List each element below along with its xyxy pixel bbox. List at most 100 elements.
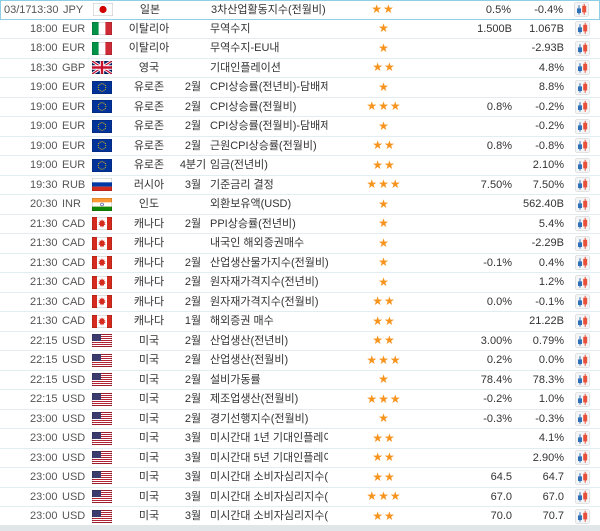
calendar-row[interactable]: 18:00EUR이탈리아무역수지★1.500B1.067B [0, 20, 600, 40]
economic-calendar-table: 03/1713:30JPY일본3차산업활동지수(전월비)★★0.5%-0.4% 1… [0, 0, 600, 531]
calendar-row[interactable]: 21:30CAD캐나다2월PPI상승률(전년비)★5.4% [0, 215, 600, 235]
event-name-link[interactable]: 근원CPI상승률(전월비) [208, 137, 328, 155]
event-name-link[interactable]: 미시간대 5년 기대인플레이션 [208, 449, 328, 467]
chart-candles-icon[interactable] [564, 99, 600, 114]
event-name-link[interactable]: 미시간대 소비자심리지수(종합) [208, 488, 328, 506]
chart-candles-icon[interactable] [564, 138, 600, 153]
calendar-row[interactable]: 19:00EUR유로존2월근원CPI상승률(전월비)★★0.8%-0.8% [0, 137, 600, 157]
calendar-rows-container: 03/1713:30JPY일본3차산업활동지수(전월비)★★0.5%-0.4% 1… [0, 0, 600, 527]
calendar-row[interactable]: 21:30CAD캐나다2월산업생산물가지수(전월비)★-0.1%0.4% [0, 254, 600, 274]
event-name-link[interactable]: 원자재가격지수(전년비) [208, 273, 328, 291]
event-name-link[interactable]: 기준금리 결정 [208, 176, 328, 194]
calendar-row[interactable]: 23:00USD미국3월미시간대 1년 기대인플레이션★★4.1% [0, 429, 600, 449]
chart-candles-icon[interactable] [564, 41, 600, 56]
country-name: 미국 [120, 390, 178, 408]
event-name-link[interactable]: 경기선행지수(전월비) [208, 410, 328, 428]
event-name-link[interactable]: 미시간대 소비자심리지수(전망) [208, 468, 328, 486]
star-icon: ★ [384, 470, 396, 484]
event-time: 22:15 [30, 371, 62, 389]
calendar-row[interactable]: 22:15USD미국2월설비가동률★78.4%78.3% [0, 371, 600, 391]
event-name-link[interactable]: 산업생산물가지수(전월비) [208, 254, 328, 272]
chart-candles-icon[interactable] [564, 236, 600, 251]
calendar-row[interactable]: 23:00USD미국3월미시간대 소비자심리지수(현재)★★70.070.7 [0, 507, 600, 527]
calendar-row[interactable]: 18:00EUR이탈리아무역수지-EU내★-2.93B [0, 39, 600, 59]
event-name-link[interactable]: 산업생산(전년비) [208, 332, 328, 350]
chart-candles-icon[interactable] [564, 197, 600, 212]
calendar-row[interactable]: 19:00EUR유로존4분기임금(전년비)★★2.10% [0, 156, 600, 176]
chart-candles-icon[interactable] [564, 275, 600, 290]
event-name-link[interactable]: 무역수지-EU내 [208, 39, 328, 57]
calendar-row[interactable]: 19:00EUR유로존2월CPI상승률(전월비)★★★0.8%-0.2% [0, 98, 600, 118]
calendar-row[interactable]: 23:00USD미국3월미시간대 소비자심리지수(종합)★★★67.067.0 [0, 488, 600, 508]
chart-candles-icon[interactable] [564, 470, 600, 485]
actual-value: 0.8% [440, 137, 512, 155]
chart-candles-icon[interactable] [564, 353, 600, 368]
event-name-link[interactable]: 내국인 해외증권매수 [208, 234, 328, 252]
chart-candles-icon[interactable] [564, 489, 600, 504]
event-name-link[interactable]: CPI상승률(전년비)-담배제외 [208, 78, 328, 96]
chart-candles-icon[interactable] [564, 158, 600, 173]
event-name-link[interactable]: 무역수지 [208, 20, 328, 38]
calendar-row[interactable]: 23:00USD미국3월미시간대 소비자심리지수(전망)★★64.564.7 [0, 468, 600, 488]
star-icon: ★ [372, 431, 384, 445]
calendar-row[interactable]: 23:00USD미국2월경기선행지수(전월비)★-0.3%-0.3% [0, 410, 600, 430]
calendar-row[interactable]: 03/1713:30JPY일본3차산업활동지수(전월비)★★0.5%-0.4% [0, 0, 600, 20]
chart-candles-icon[interactable] [564, 450, 600, 465]
chart-candles-icon[interactable] [564, 372, 600, 387]
event-name-link[interactable]: 임금(전년비) [208, 156, 328, 174]
chart-candles-icon[interactable] [564, 60, 600, 75]
event-name-link[interactable]: 설비가동률 [208, 371, 328, 389]
calendar-row[interactable]: 21:30CAD캐나다1월해외증권 매수★★21.22B [0, 312, 600, 332]
event-name-link[interactable]: 미시간대 소비자심리지수(현재) [208, 507, 328, 525]
country-name: 캐나다 [120, 234, 178, 252]
chart-candles-icon[interactable] [564, 177, 600, 192]
chart-candles-icon[interactable] [564, 255, 600, 270]
event-name-link[interactable]: 미시간대 1년 기대인플레이션 [208, 429, 328, 447]
event-name-link[interactable]: 산업생산(전월비) [208, 351, 328, 369]
chart-candles-icon[interactable] [563, 2, 599, 17]
event-name-link[interactable]: 제조업생산(전월비) [208, 390, 328, 408]
chart-candles-icon[interactable] [564, 314, 600, 329]
chart-candles-icon[interactable] [564, 216, 600, 231]
calendar-row[interactable]: 22:15USD미국2월산업생산(전월비)★★★0.2%0.0% [0, 351, 600, 371]
previous-value: 1.2% [512, 273, 564, 291]
event-name-link[interactable]: PPI상승률(전년비) [208, 215, 328, 233]
calendar-row[interactable]: 21:30CAD캐나다2월원자재가격지수(전월비)★★0.0%-0.1% [0, 293, 600, 313]
country-flag-icon [92, 451, 120, 464]
star-icon: ★ [378, 21, 390, 35]
calendar-row[interactable]: 19:00EUR유로존2월CPI상승률(전월비)-담배제외★-0.2% [0, 117, 600, 137]
calendar-row[interactable]: 21:30CAD캐나다내국인 해외증권매수★-2.29B [0, 234, 600, 254]
calendar-row[interactable]: 19:00EUR유로존2월CPI상승률(전년비)-담배제외★8.8% [0, 78, 600, 98]
chart-candles-icon[interactable] [564, 21, 600, 36]
chart-candles-icon[interactable] [564, 119, 600, 134]
chart-candles-icon[interactable] [564, 431, 600, 446]
country-name: 유로존 [120, 137, 178, 155]
previous-value: 0.4% [512, 254, 564, 272]
event-name-link[interactable]: 외환보유액(USD) [208, 195, 328, 213]
chart-candles-icon[interactable] [564, 411, 600, 426]
previous-value: 562.40B [512, 195, 564, 213]
chart-candles-icon[interactable] [564, 333, 600, 348]
chart-candles-icon[interactable] [564, 80, 600, 95]
calendar-row[interactable]: 22:15USD미국2월산업생산(전년비)★★3.00%0.79% [0, 332, 600, 352]
country-name: 미국 [120, 371, 178, 389]
event-name-link[interactable]: 원자재가격지수(전월비) [208, 293, 328, 311]
event-name-link[interactable]: CPI상승률(전월비)-담배제외 [208, 117, 328, 135]
calendar-row[interactable]: 20:30INR인도외환보유액(USD)★562.40B [0, 195, 600, 215]
event-name-link[interactable]: 기대인플레이션 [208, 59, 328, 77]
calendar-row[interactable]: 23:00USD미국3월미시간대 5년 기대인플레이션★★2.90% [0, 449, 600, 469]
event-name-link[interactable]: CPI상승률(전월비) [208, 98, 328, 116]
chart-candles-icon[interactable] [564, 294, 600, 309]
chart-candles-icon[interactable] [564, 509, 600, 524]
country-flag-icon [92, 178, 120, 191]
calendar-row[interactable]: 22:15USD미국2월제조업생산(전월비)★★★-0.2%1.0% [0, 390, 600, 410]
calendar-row[interactable]: 18:30GBP영국기대인플레이션★★4.8% [0, 59, 600, 79]
star-icon: ★ [378, 392, 390, 406]
calendar-row[interactable]: 21:30CAD캐나다2월원자재가격지수(전년비)★1.2% [0, 273, 600, 293]
event-name-link[interactable]: 3차산업활동지수(전월비) [209, 1, 327, 19]
calendar-row[interactable]: 19:30RUB러시아3월기준금리 결정★★★7.50%7.50% [0, 176, 600, 196]
event-name-link[interactable]: 해외증권 매수 [208, 312, 328, 330]
currency-code: USD [62, 332, 92, 350]
currency-code: USD [62, 507, 92, 525]
chart-candles-icon[interactable] [564, 392, 600, 407]
